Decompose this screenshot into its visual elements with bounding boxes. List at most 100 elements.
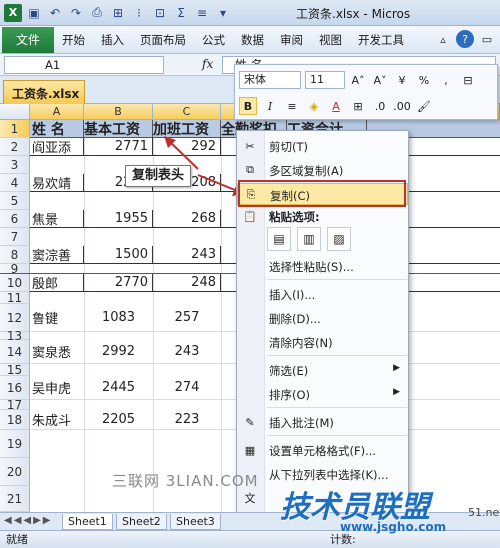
row-header[interactable]: 7 — [0, 228, 30, 246]
increase-decimal-icon[interactable]: .0 — [371, 97, 389, 115]
row-header[interactable]: 19 — [0, 430, 30, 458]
menu-item-clear[interactable]: 清除内容(N) — [237, 331, 408, 353]
row-header[interactable]: 4 — [0, 174, 30, 192]
menu-item-sort[interactable]: 排序(O) ▶ — [237, 383, 408, 405]
grow-font-icon[interactable]: A˄ — [349, 71, 367, 89]
tab-home[interactable]: 开始 — [54, 32, 93, 48]
autosum-icon[interactable]: Σ — [172, 4, 190, 22]
overtime-cell[interactable]: 243 — [153, 246, 221, 263]
header-cell-base[interactable]: 基本工资 — [84, 120, 153, 137]
row-header[interactable]: 14 — [0, 340, 30, 364]
tab-insert[interactable]: 插入 — [93, 32, 132, 48]
row-header[interactable]: 18 — [0, 410, 30, 430]
font-size-select[interactable]: 11 — [305, 71, 345, 89]
base-cell[interactable]: 2992 — [84, 340, 153, 363]
name-box[interactable]: A1 — [4, 56, 164, 74]
paste-picture-icon[interactable]: ▨ — [327, 227, 351, 251]
row-header[interactable]: 5 — [0, 192, 30, 210]
menu-item-insert-comment[interactable]: ✎ 插入批注(M) — [237, 411, 408, 433]
column-header-c[interactable]: C — [153, 104, 221, 120]
base-cell[interactable]: 2205 — [84, 410, 153, 429]
column-header-b[interactable]: B — [84, 104, 153, 120]
column-header-a[interactable]: A — [30, 104, 84, 120]
menu-item-paste-special[interactable]: 选择性粘贴(S)... — [237, 255, 408, 277]
sheet-tab-2[interactable]: Sheet2 — [116, 514, 167, 530]
insert-function-icon[interactable]: fx — [202, 57, 213, 71]
sheet-tab-3[interactable]: Sheet3 — [170, 514, 221, 530]
menu-item-insert[interactable]: 插入(I)... — [237, 283, 408, 305]
overtime-cell[interactable]: 257 — [153, 304, 221, 331]
merge-icon[interactable]: ⊞ — [109, 4, 127, 22]
format-icon[interactable]: ⁝ — [130, 4, 148, 22]
comma-button[interactable]: , — [437, 71, 455, 89]
menu-item-format-cells[interactable]: ▦ 设置单元格格式(F)... — [237, 439, 408, 461]
menu-item-cut[interactable]: ✂ 剪切(T) — [237, 135, 408, 157]
print-preview-icon[interactable]: ⎙ — [88, 4, 106, 22]
menu-item-delete[interactable]: 删除(D)... — [237, 307, 408, 329]
undo-icon[interactable]: ↶ — [46, 4, 64, 22]
menu-item-filter[interactable]: 筛选(E) ▶ — [237, 359, 408, 381]
row-header[interactable]: 16 — [0, 376, 30, 400]
row-header[interactable]: 20 — [0, 458, 30, 486]
tab-view[interactable]: 视图 — [311, 32, 350, 48]
borders-icon[interactable]: ⊡ — [151, 4, 169, 22]
base-cell[interactable]: 1500 — [84, 246, 153, 263]
tab-formulas[interactable]: 公式 — [194, 32, 233, 48]
font-color-icon[interactable]: A — [327, 97, 345, 115]
window-minimize-icon[interactable]: ▭ — [478, 30, 496, 48]
overtime-cell[interactable]: 223 — [153, 410, 221, 429]
name-cell[interactable]: 朱成斗 — [30, 410, 84, 429]
minimize-ribbon-icon[interactable]: ▵ — [434, 30, 452, 48]
sheet-nav-arrows-icon[interactable]: ◀◀◀▶▶ — [4, 515, 52, 526]
tab-data[interactable]: 数据 — [233, 32, 272, 48]
row-header[interactable]: 11 — [0, 291, 30, 305]
percent-button[interactable]: % — [415, 71, 433, 89]
tab-page-layout[interactable]: 页面布局 — [132, 32, 194, 48]
excel-icon[interactable]: X — [4, 3, 22, 22]
help-icon[interactable]: ? — [456, 30, 474, 48]
header-cell-name[interactable]: 姓 名 — [30, 120, 84, 137]
row-header[interactable]: 13 — [0, 329, 30, 343]
save-icon[interactable]: ▣ — [25, 4, 43, 22]
overtime-cell[interactable]: 274 — [153, 376, 221, 399]
shrink-font-icon[interactable]: A˅ — [371, 71, 389, 89]
tab-review[interactable]: 审阅 — [272, 32, 311, 48]
row-header[interactable]: 2 — [0, 138, 30, 156]
format-painter-icon[interactable]: 🖌 — [415, 97, 433, 115]
italic-button[interactable]: I — [261, 97, 279, 115]
paste-format-icon[interactable]: ▥ — [297, 227, 321, 251]
select-all-corner[interactable] — [0, 104, 30, 120]
row-header[interactable]: 15 — [0, 363, 30, 377]
row-header[interactable]: 6 — [0, 210, 30, 228]
overtime-cell[interactable]: 243 — [153, 340, 221, 363]
tab-developer[interactable]: 开发工具 — [350, 32, 412, 48]
customize-qat-icon[interactable]: ▾ — [214, 4, 232, 22]
base-cell[interactable]: 1083 — [84, 304, 153, 331]
name-cell[interactable]: 窦泉悉 — [30, 340, 84, 363]
decrease-decimal-icon[interactable]: .00 — [393, 97, 411, 115]
menu-item-multi-copy[interactable]: ⧉ 多区域复制(A) — [237, 159, 408, 181]
overtime-cell[interactable]: 268 — [153, 210, 221, 227]
name-cell[interactable]: 殷郎 — [30, 274, 84, 291]
bold-button[interactable]: B — [239, 97, 257, 115]
paste-normal-icon[interactable]: ▤ — [267, 227, 291, 251]
name-cell[interactable]: 吴申虎 — [30, 376, 84, 399]
row-header[interactable]: 1 — [0, 120, 30, 138]
name-cell[interactable]: 阎亚添 — [30, 138, 84, 155]
align-center-icon[interactable]: ≡ — [283, 97, 301, 115]
overtime-cell[interactable]: 248 — [153, 274, 221, 291]
font-name-select[interactable]: 宋体 — [239, 71, 301, 89]
base-cell[interactable]: 2445 — [84, 376, 153, 399]
base-cell[interactable]: 2770 — [84, 274, 153, 291]
row-header[interactable]: 10 — [0, 274, 30, 292]
row-header[interactable]: 21 — [0, 486, 30, 512]
currency-icon[interactable]: ¥ — [393, 71, 411, 89]
sheet-tab-1[interactable]: Sheet1 — [62, 514, 113, 530]
redo-icon[interactable]: ↷ — [67, 4, 85, 22]
name-cell[interactable]: 鲁键 — [30, 304, 84, 331]
merge-center-icon[interactable]: ⊟ — [459, 71, 477, 89]
base-cell[interactable]: 2771 — [84, 138, 153, 155]
base-cell[interactable]: 1955 — [84, 210, 153, 227]
row-header[interactable]: 3 — [0, 156, 30, 174]
tab-file[interactable]: 文件 — [2, 26, 54, 53]
